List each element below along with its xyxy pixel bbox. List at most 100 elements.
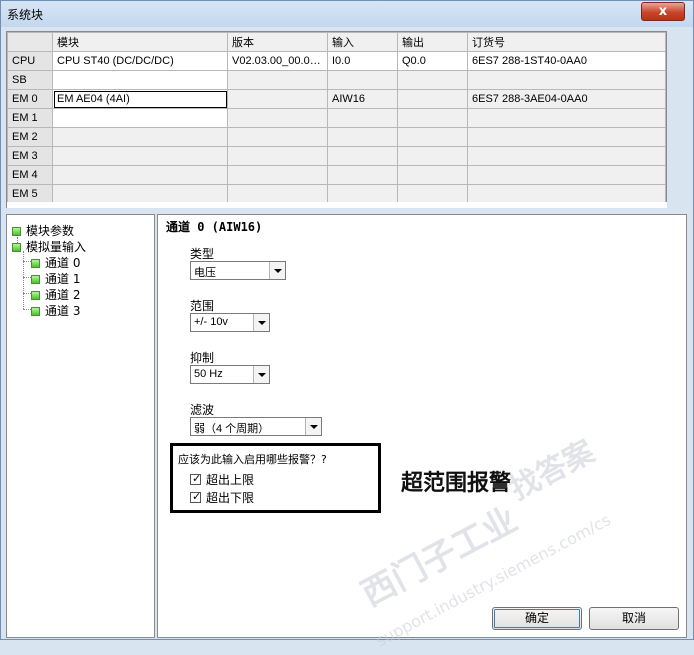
type-select[interactable]: 电压 — [190, 261, 286, 280]
filter-select[interactable]: 弱（4 个周期） — [190, 417, 322, 436]
table-row[interactable]: EM 2 — [7, 127, 666, 147]
tree-item-label: 模拟量输入 — [26, 240, 87, 254]
checkbox-checked-icon[interactable] — [190, 472, 201, 485]
table-row[interactable]: EM 5 — [7, 184, 666, 204]
row-input — [327, 146, 398, 166]
table-row[interactable]: EM 4 — [7, 165, 666, 185]
tree-item-channel-0[interactable]: 通道 0 — [31, 254, 81, 270]
module-table: 模块 版本 输入 输出 订货号 CPU CPU ST40 (DC/DC/DC) … — [6, 31, 667, 204]
tree-connector — [23, 251, 24, 309]
row-module[interactable] — [52, 108, 228, 128]
rejection-select[interactable]: 50 Hz — [190, 365, 270, 384]
watermark-text-answers: 找答案 — [504, 435, 601, 507]
channel-node-icon — [31, 259, 40, 268]
row-slot: EM 0 — [7, 89, 53, 109]
row-slot: EM 5 — [7, 184, 53, 204]
row-order-number — [467, 127, 666, 147]
row-output — [397, 127, 468, 147]
column-header-output[interactable]: 输出 — [397, 32, 468, 52]
filter-select-value: 弱（4 个周期） — [194, 423, 270, 435]
channel-node-icon — [31, 291, 40, 300]
tree-item-label: 模块参数 — [26, 224, 75, 238]
row-order-number — [467, 165, 666, 185]
filter-label: 滤波 — [190, 403, 215, 417]
column-header-order-number[interactable]: 订货号 — [467, 32, 666, 52]
row-order-number — [467, 146, 666, 166]
alarm-upper-checkbox[interactable]: 超出上限 — [190, 471, 254, 488]
close-button[interactable]: x — [641, 2, 685, 21]
tree-item-analog-input[interactable]: 模拟量输入 — [12, 238, 87, 254]
alarm-question: 应该为此输入启用哪些报警？? — [178, 453, 327, 466]
column-header-module[interactable]: 模块 — [52, 32, 228, 52]
row-output — [397, 165, 468, 185]
range-select-value: +/- 10v — [194, 316, 228, 328]
row-order-number: 6ES7 288-3AE04-0AA0 — [467, 89, 666, 109]
row-input: I0.0 — [327, 51, 398, 71]
row-version — [227, 165, 328, 185]
row-order-number — [467, 184, 666, 204]
range-label: 范围 — [190, 299, 215, 313]
alarm-lower-checkbox[interactable]: 超出下限 — [190, 489, 254, 506]
column-header-version[interactable]: 版本 — [227, 32, 328, 52]
row-module[interactable]: CPU ST40 (DC/DC/DC) — [52, 51, 228, 71]
row-module[interactable] — [52, 184, 228, 204]
tree-item-module-params[interactable]: 模块参数 — [12, 222, 75, 238]
chevron-down-icon[interactable] — [305, 418, 321, 435]
table-row[interactable]: CPU CPU ST40 (DC/DC/DC) V02.03.00_00.00.… — [7, 51, 666, 71]
ok-button[interactable]: 确定 — [492, 607, 582, 630]
row-input — [327, 165, 398, 185]
row-input — [327, 108, 398, 128]
table-row[interactable]: EM 3 — [7, 146, 666, 166]
row-module[interactable] — [52, 70, 228, 90]
table-row[interactable]: EM 0 EM AE04 (4AI) AIW16 6ES7 288-3AE04-… — [7, 89, 666, 109]
chevron-down-icon[interactable] — [253, 314, 269, 331]
row-input — [327, 70, 398, 90]
table-row[interactable]: SB — [7, 70, 666, 90]
chevron-down-icon[interactable] — [253, 366, 269, 383]
rejection-label: 抑制 — [190, 351, 215, 365]
tree-item-channel-1[interactable]: 通道 1 — [31, 270, 80, 286]
chevron-down-icon[interactable] — [269, 262, 285, 279]
row-order-number — [467, 108, 666, 128]
row-module[interactable] — [52, 165, 228, 185]
row-module[interactable]: EM AE04 (4AI) — [52, 89, 228, 109]
tree-item-channel-3[interactable]: 通道 3 — [31, 302, 80, 318]
channel-node-icon — [31, 307, 40, 316]
type-label: 类型 — [190, 247, 215, 261]
alarm-upper-label: 超出上限 — [206, 473, 255, 487]
tree-item-channel-2[interactable]: 通道 2 — [31, 286, 81, 302]
row-slot: EM 2 — [7, 127, 53, 147]
row-slot: CPU — [7, 51, 53, 71]
watermark-text-company: 西门子工业 — [355, 500, 524, 615]
title-bar: 系统块 x — [1, 1, 693, 27]
table-row[interactable]: EM 1 — [7, 108, 666, 128]
column-header-input[interactable]: 输入 — [327, 32, 398, 52]
row-order-number: 6ES7 288-1ST40-0AA0 — [467, 51, 666, 71]
row-version — [227, 127, 328, 147]
row-output — [397, 89, 468, 109]
row-output — [397, 184, 468, 204]
channel-title: 通道 0 (AIW16) — [166, 220, 263, 234]
row-module[interactable] — [52, 127, 228, 147]
tree-item-label: 通道 0 — [45, 256, 81, 270]
checkbox-checked-icon[interactable] — [190, 490, 201, 503]
module-node-icon — [12, 227, 21, 236]
row-module[interactable] — [52, 146, 228, 166]
table-side-gutter — [667, 31, 687, 208]
table-header-row: 模块 版本 输入 输出 订货号 — [7, 32, 666, 52]
row-version — [227, 184, 328, 204]
channel-node-icon — [31, 275, 40, 284]
range-select[interactable]: +/- 10v — [190, 313, 270, 332]
row-version — [227, 146, 328, 166]
row-output: Q0.0 — [397, 51, 468, 71]
parameter-tree: 模块参数 模拟量输入 通道 0 通道 1 通道 2 通道 3 — [6, 214, 155, 638]
row-slot: EM 1 — [7, 108, 53, 128]
column-header-corner — [7, 32, 53, 52]
row-version: V02.03.00_00.00... — [227, 51, 328, 71]
channel-detail-panel: 西门子工业 support.industry.siemens.com/cs 找答… — [157, 214, 687, 650]
row-order-number — [467, 70, 666, 90]
cancel-button[interactable]: 取消 — [589, 607, 679, 630]
type-select-value: 电压 — [194, 267, 216, 279]
tree-item-label: 通道 2 — [45, 288, 81, 302]
row-slot: EM 3 — [7, 146, 53, 166]
